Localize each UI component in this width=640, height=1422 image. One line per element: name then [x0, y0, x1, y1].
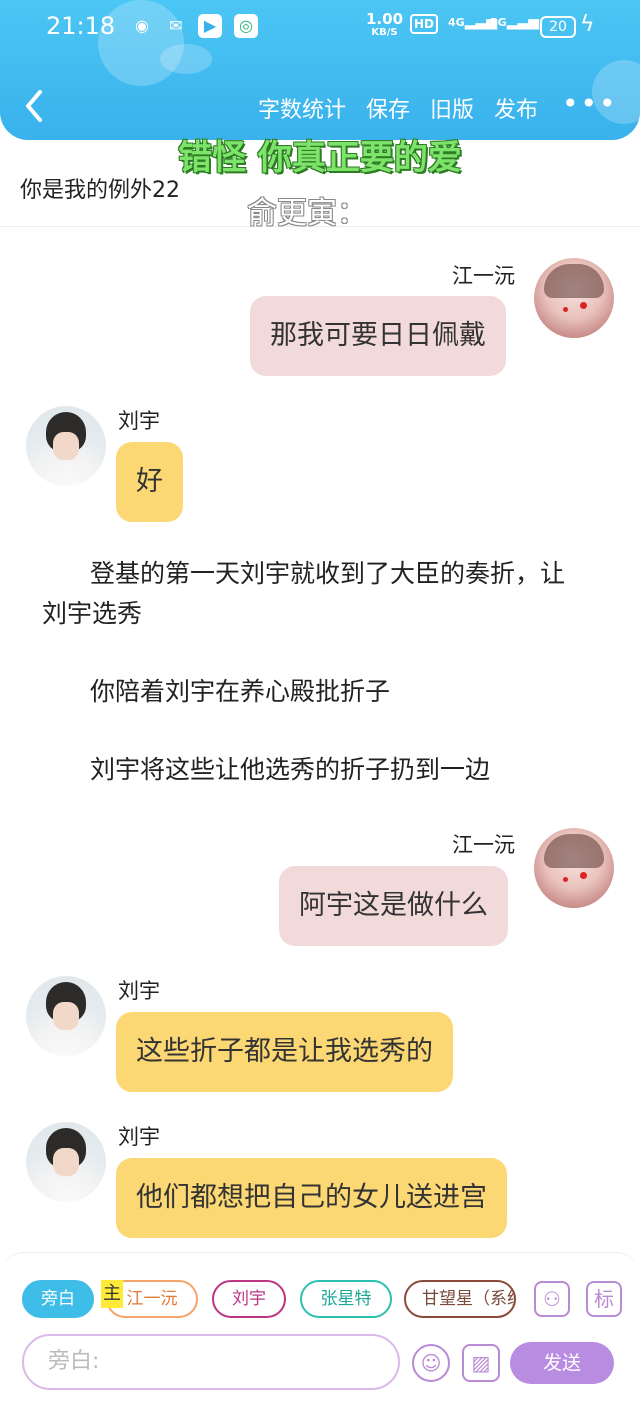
speaker-name: 刘宇 [118, 1125, 160, 1149]
avatar[interactable] [534, 258, 614, 338]
speaker-name: 刘宇 [118, 979, 160, 1003]
mark-button[interactable]: 标 [586, 1281, 622, 1317]
narration-text[interactable]: 登基的第一天刘宇就收到了大臣的奏折，让刘宇选秀 [42, 554, 582, 634]
narration-text[interactable]: 刘宇将这些让他选秀的折子扔到一边 [42, 750, 582, 790]
avatar[interactable] [26, 406, 106, 486]
net-speed-unit: KB/S [371, 27, 398, 38]
chevron-left-icon [26, 90, 42, 122]
chat-bubble[interactable]: 他们都想把自己的女儿送进宫 [116, 1158, 507, 1238]
character-chip-narrator[interactable]: 旁白 [22, 1280, 94, 1318]
send-button[interactable]: 发送 [510, 1342, 614, 1384]
main-character-tag: 主 [101, 1280, 123, 1308]
character-chip-zhang[interactable]: 张星特 [300, 1280, 392, 1318]
image-icon[interactable]: ▨ [462, 1344, 500, 1382]
word-count-button[interactable]: 字数统计 [258, 92, 346, 124]
character-chip-gan[interactable]: 甘望星（系统） [404, 1280, 516, 1318]
publish-button[interactable]: 发布 [494, 92, 538, 124]
battery-indicator: 20 [540, 16, 576, 38]
old-version-button[interactable]: 旧版 [430, 92, 474, 124]
more-options-button[interactable]: ••• [562, 90, 618, 118]
save-button[interactable]: 保存 [366, 92, 410, 124]
net-speed-value: 1.00 [366, 10, 404, 28]
browser-icon: ◉ [135, 16, 149, 35]
video-subtitle-speaker: 俞更寅： [247, 196, 367, 231]
avatar[interactable] [534, 828, 614, 908]
header-decoration [160, 44, 212, 74]
chat-bubble[interactable]: 阿宇这是做什么 [279, 866, 508, 946]
wechat-icon: ✉ [169, 16, 183, 35]
avatar[interactable] [26, 976, 106, 1056]
signal-bars-icon: ▂▃▅ [506, 14, 539, 30]
signal-5g: 5G▂▃▅ [490, 14, 539, 30]
signal-4g-label: 4G [448, 16, 465, 29]
video-subtitle: 错怪 你真正要的爱 [178, 138, 462, 178]
status-time: 21:18 [46, 12, 116, 40]
speaker-name: 江一沅 [452, 833, 515, 857]
message-input[interactable]: 旁白: [22, 1334, 400, 1390]
speaker-name: 刘宇 [118, 409, 160, 433]
person-icon[interactable]: ⚇ [534, 1281, 570, 1317]
video-app-icon: ▶ [198, 14, 222, 38]
character-chip-liu[interactable]: 刘宇 [212, 1280, 286, 1318]
chat-bubble[interactable]: 那我可要日日佩戴 [250, 296, 506, 376]
signal-5g-label: 5G [490, 16, 507, 29]
avatar[interactable] [26, 1122, 106, 1202]
emoji-icon[interactable]: ☺ [412, 1344, 450, 1382]
charging-icon: ϟ [580, 12, 595, 37]
chat-app-icon: ◎ [234, 14, 258, 38]
hd-badge: HD [410, 14, 439, 34]
app-header: 21:18 ◉ ✉ ▶ ◎ 1.00 KB/S HD 4G ▂▃▅ 5G▂▃▅ 2… [0, 0, 640, 140]
back-button[interactable] [20, 88, 50, 124]
chat-bubble[interactable]: 好 [116, 442, 183, 522]
screen: 21:18 ◉ ✉ ▶ ◎ 1.00 KB/S HD 4G ▂▃▅ 5G▂▃▅ 2… [0, 0, 640, 1422]
narration-text[interactable]: 你陪着刘宇在养心殿批折子 [42, 672, 582, 712]
net-speed: 1.00 KB/S [366, 12, 403, 40]
speaker-name: 江一沅 [452, 264, 515, 288]
chat-bubble[interactable]: 这些折子都是让我选秀的 [116, 1012, 453, 1092]
